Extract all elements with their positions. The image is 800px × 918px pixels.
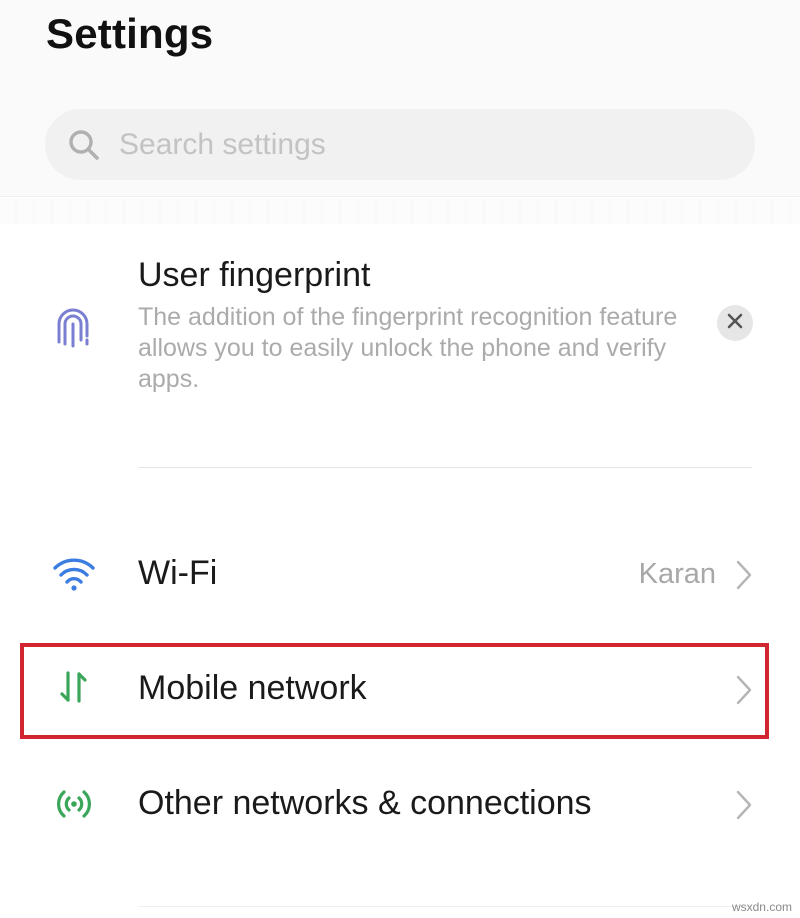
search-bar[interactable] (45, 109, 755, 180)
chevron-right-icon (733, 672, 755, 708)
chevron-right-icon (733, 557, 755, 593)
suggestion-description: The addition of the fingerprint recognit… (138, 303, 678, 393)
wifi-network-name: Karan (638, 558, 716, 590)
mobile-data-icon (50, 663, 98, 711)
dismiss-suggestion-button[interactable] (717, 305, 753, 341)
close-icon (726, 312, 744, 335)
wifi-icon (50, 550, 98, 598)
chevron-right-icon (733, 787, 755, 823)
fingerprint-icon (50, 302, 96, 352)
settings-item-label: Mobile network (138, 669, 367, 707)
settings-item-label: Other networks & connections (138, 784, 592, 822)
header: Settings (0, 0, 800, 197)
settings-item-other-networks[interactable]: Other networks & connections (0, 754, 800, 854)
divider (138, 906, 752, 907)
watermark: wsxdn.com (731, 900, 792, 914)
settings-item-label: Wi-Fi (138, 554, 218, 592)
suggestion-title: User fingerprint (138, 256, 371, 294)
faint-divider (0, 198, 800, 224)
page-title: Settings (46, 10, 214, 57)
settings-item-mobile-network[interactable]: Mobile network (0, 641, 800, 741)
suggestion-card[interactable]: User fingerprint The addition of the fin… (0, 240, 800, 470)
divider (138, 467, 752, 468)
search-icon (67, 128, 101, 162)
settings-item-wifi[interactable]: Wi-Fi Karan (0, 524, 800, 624)
search-input[interactable] (117, 126, 681, 163)
connections-icon (50, 780, 98, 828)
